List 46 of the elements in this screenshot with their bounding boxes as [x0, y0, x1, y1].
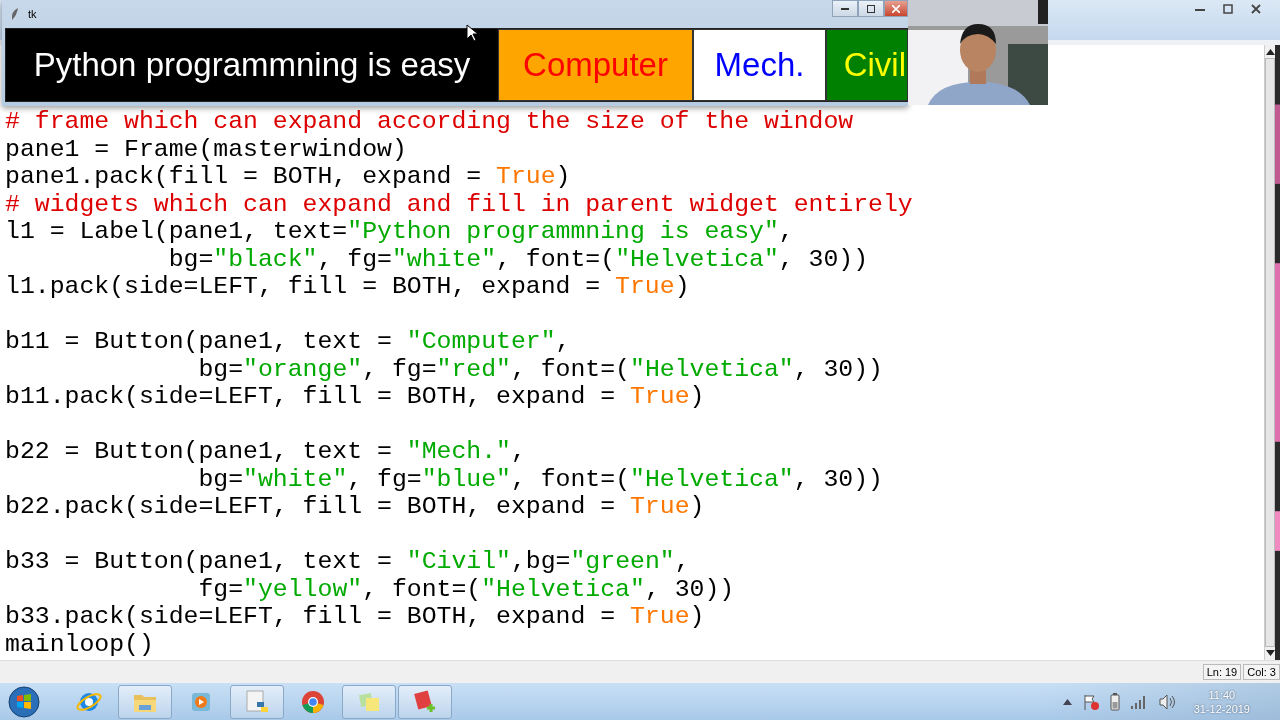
department-button[interactable]: Mech. [693, 29, 826, 101]
cursor-icon [466, 24, 478, 42]
maximize-button[interactable] [858, 0, 884, 17]
close-button[interactable] [884, 0, 908, 17]
battery-icon[interactable] [1109, 692, 1120, 711]
signal-icon[interactable] [1129, 693, 1148, 710]
taskbar-button[interactable] [398, 684, 452, 719]
code-line: b33 = Button(pane1, text = "Civil",bg="green", [5, 548, 690, 576]
column-number: Col: 3 [1243, 664, 1280, 680]
code-line: l1 = Label(pane1, text="Python programmning is easy", [5, 218, 794, 246]
code-line: b22.pack(side=LEFT, fill = BOTH, expand = True) [5, 493, 705, 521]
code-line: b11 = Button(pane1, text = "Computer", [5, 328, 571, 356]
scrollbar[interactable] [1264, 45, 1275, 660]
code-line: bg="white", fg="blue", font=("Helvetica", 30)) [197, 465, 883, 493]
start-button[interactable] [8, 685, 40, 718]
maximize-icon [1223, 4, 1233, 14]
clock-time: 11:40 [1208, 687, 1236, 702]
volume-icon[interactable] [1157, 693, 1176, 710]
flag-icon[interactable] [1081, 692, 1100, 711]
code-line: fg="yellow", font=("Helvetica", 30)) [197, 575, 735, 603]
show-hidden-icon[interactable] [1062, 698, 1072, 705]
scroll-down-icon[interactable] [1265, 650, 1275, 656]
maximize-icon [867, 4, 875, 13]
feather-icon [10, 7, 20, 21]
code-line: b22 = Button(pane1, text = "Mech.", [5, 438, 526, 466]
line-number: Ln: 19 [1202, 664, 1242, 680]
code-line: bg="orange", fg="red", font=("Helvetica", 30)) [197, 355, 883, 383]
department-button[interactable]: Civil [826, 29, 908, 101]
code-line: pane1 = Frame(masterwindow) [5, 135, 407, 163]
minimize-button[interactable] [832, 0, 858, 17]
scroll-up-icon[interactable] [1265, 49, 1275, 55]
code-line: b11.pack(side=LEFT, fill = BOTH, expand = True) [5, 383, 705, 411]
code-line: b33.pack(side=LEFT, fill = BOTH, expand = True) [5, 603, 705, 631]
code-line: # widgets which can expand and fill in parent widget entirely [5, 190, 913, 218]
code-line: bg="black", fg="white", font=("Helvetica", 30)) [167, 245, 869, 273]
close-icon [1251, 4, 1261, 14]
code-line: mainloop() [5, 630, 154, 658]
code-line: # frame which can expand according the size of the window [5, 108, 854, 136]
close-icon [892, 4, 900, 13]
code-line: l1.pack(side=LEFT, fill = BOTH, expand = True) [5, 273, 690, 301]
clock-date: 31-12-2019 [1193, 701, 1250, 716]
window-title: tk [28, 8, 37, 20]
minimize-icon [841, 7, 849, 10]
code-line: pane1.pack(fill = BOTH, expand = True) [5, 163, 571, 191]
banner-label: Python programmning is easy [6, 29, 498, 101]
minimize-icon [1195, 7, 1205, 11]
